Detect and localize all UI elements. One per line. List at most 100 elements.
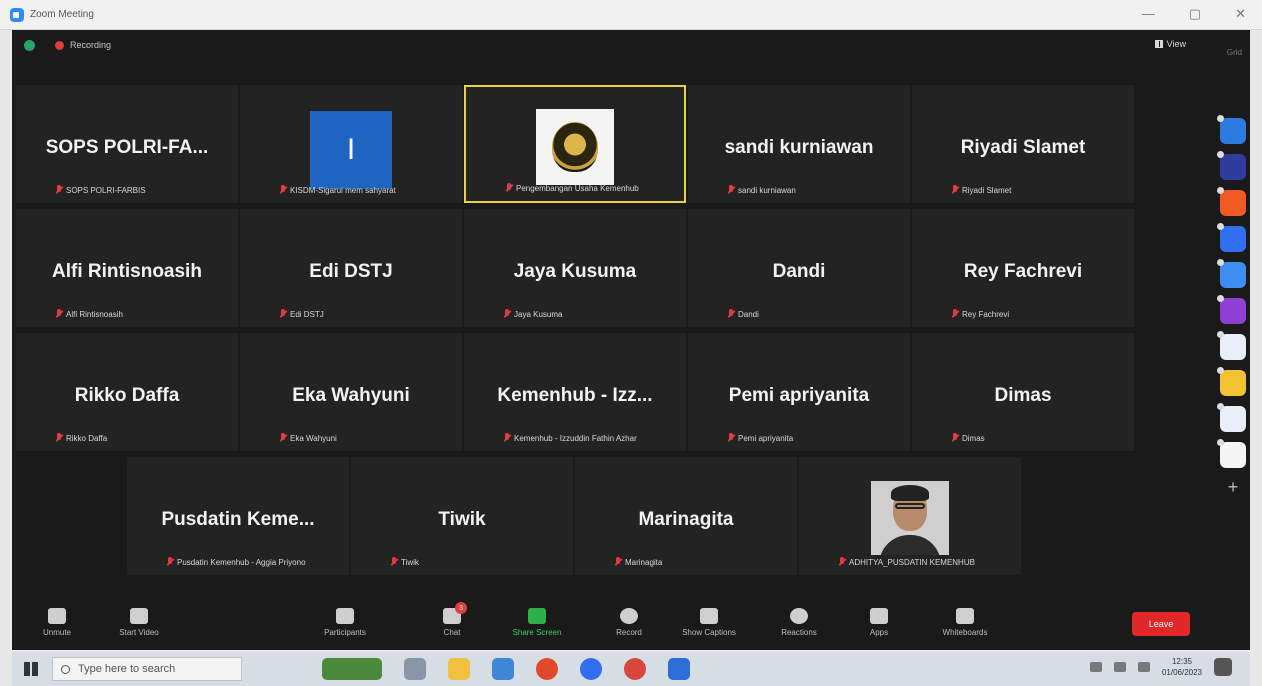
participant-tile[interactable]: I KISDM-Sigarui mem sahyarat [240,85,462,203]
participant-name-text: Kemenhub - Izzuddin Fathin Azhar [514,433,637,443]
search-placeholder: Type here to search [78,663,176,675]
participant-name-label: Marinagita [615,557,662,567]
chat-button[interactable]: 3 Chat [417,602,487,637]
participant-name-text: SOPS POLRI-FARBIS [66,185,146,195]
participant-tile[interactable]: Marinagita Marinagita [575,457,797,575]
participant-display-name: Tiwik [438,509,486,530]
file-explorer-icon[interactable] [448,658,470,680]
participant-tile[interactable]: SOPS POLRI-FA... SOPS POLRI-FARBIS [16,85,238,203]
task-view-icon[interactable] [404,658,426,680]
app-icon-5[interactable] [1217,259,1246,288]
app-icon-1[interactable] [1217,115,1246,144]
photo-hair [891,485,929,501]
app-icon-3[interactable] [1217,187,1246,216]
zoom-logo-icon [10,7,24,22]
participant-display-name: Pusdatin Keme... [161,509,315,530]
participant-name-label: Eka Wahyuni [280,433,337,443]
minimize-icon[interactable]: — [1142,6,1155,22]
participant-display-name: Jaya Kusuma [513,261,637,282]
apps-rail: + [1217,115,1248,496]
participant-name-label: Tiwik [391,557,419,567]
maximize-icon[interactable]: ▢ [1189,6,1201,22]
participant-tile[interactable]: Jaya Kusuma Jaya Kusuma [464,209,686,327]
chrome-icon[interactable] [536,658,558,680]
windows-start-icon[interactable] [24,662,38,676]
taskbar-clock[interactable]: 12:35 01/06/2023 [1162,656,1202,678]
participant-tile[interactable]: Rikko Daffa Rikko Daffa [16,333,238,451]
participant-display-name: Kemenhub - Izz... [497,385,653,406]
participant-name-text: sandi kurniawan [738,185,796,195]
window-controls: — ▢ ✕ [1142,6,1246,22]
reactions-button[interactable]: Reactions [764,608,834,637]
whiteboards-button[interactable]: Whiteboards [930,608,1000,637]
browser-taskbar-icon[interactable] [668,658,690,680]
participant-name-text: Marinagita [625,557,663,567]
participant-name-label: Dimas [952,433,985,443]
volume-icon[interactable] [1113,662,1126,672]
meeting-toolbar: Unmute Start Video Participants 3 Chat S… [12,600,1250,650]
security-shield-icon[interactable] [24,39,35,51]
participant-tile[interactable]: Alfi Rintisnoasih Alfi Rintisnoasih [16,209,238,327]
app-icon-9[interactable] [1217,403,1246,432]
notification-icon[interactable] [1214,658,1232,676]
participant-name-label: Riyadi Slamet [952,185,1011,195]
participant-name-text: Dimas [962,433,985,443]
recording-dot-icon [55,40,64,50]
battery-icon[interactable] [1137,662,1150,672]
app-taskbar-icon[interactable] [624,658,646,680]
news-widget-icon[interactable] [322,658,382,680]
mic-muted-icon [504,433,510,443]
participant-name-label: sandi kurniawan [728,185,796,195]
participant-tile[interactable]: Pemi apriyanita Pemi apriyanita [688,333,910,451]
photo-shirt [879,535,941,555]
participant-tile[interactable]: Riyadi Slamet Riyadi Slamet [912,85,1134,203]
share-screen-button[interactable]: Share Screen [502,608,572,637]
mic-muted-icon [280,309,286,319]
app-icon-10[interactable] [1217,439,1246,468]
network-icon[interactable] [1089,662,1102,672]
mic-muted-icon [391,557,397,567]
taskbar-search-input[interactable]: Type here to search [52,657,242,681]
participant-name-label: Rikko Daffa [56,433,107,443]
store-icon[interactable] [492,658,514,680]
close-icon[interactable]: ✕ [1235,6,1246,22]
participant-display-name: Marinagita [638,509,734,530]
add-app-icon[interactable]: + [1228,478,1239,496]
search-icon [61,664,70,674]
show-captions-button[interactable]: Show Captions [674,608,744,637]
participant-tile[interactable]: Pengembangan Usaha Kemenhub [464,85,686,203]
participant-tile[interactable]: Pusdatin Keme... Pusdatin Kemenhub - Aggi… [127,457,349,575]
zoom-taskbar-icon[interactable] [580,658,602,680]
participant-name-text: Jaya Kusuma [514,309,563,319]
mic-muted-icon [504,309,510,319]
start-video-button[interactable]: Start Video [104,608,174,637]
windows-taskbar: Type here to search 12:35 01/06/2023 [12,652,1250,686]
app-icon-8[interactable] [1217,367,1246,396]
participant-name-label: Pusdatin Kemenhub - Aggia Priyono [167,557,306,567]
participant-tile[interactable]: Dandi Dandi [688,209,910,327]
leave-button[interactable]: Leave [1132,612,1190,636]
app-icon-2[interactable] [1217,151,1246,180]
participant-tile[interactable]: Kemenhub - Izz... Kemenhub - Izzuddin Fat… [464,333,686,451]
participant-tile[interactable]: Edi DSTJ Edi DSTJ [240,209,462,327]
record-button[interactable]: Record [594,608,664,637]
participants-button[interactable]: Participants [310,608,380,637]
app-icon-7[interactable] [1217,331,1246,360]
participant-tile[interactable]: ADHITYA_PUSDATIN KEMENHUB [799,457,1021,575]
unmute-button[interactable]: Unmute [22,608,92,637]
participant-display-name: Dandi [772,261,826,282]
participant-tile[interactable]: Tiwik Tiwik [351,457,573,575]
participant-tile[interactable]: sandi kurniawan sandi kurniawan [688,85,910,203]
participant-display-name: Rey Fachrevi [963,261,1083,282]
participant-tile[interactable]: Dimas Dimas [912,333,1134,451]
mic-muted-icon [280,185,286,195]
participant-name-label: Edi DSTJ [280,309,324,319]
apps-button[interactable]: Apps [844,608,914,637]
mic-muted-icon [167,557,173,567]
participant-tile[interactable]: Rey Fachrevi Rey Fachrevi [912,209,1134,327]
app-icon-6[interactable] [1217,295,1246,324]
app-icon-4[interactable] [1217,223,1246,252]
view-button[interactable]: View [1154,39,1186,49]
participant-tile[interactable]: Eka Wahyuni Eka Wahyuni [240,333,462,451]
mic-muted-icon [952,433,958,443]
